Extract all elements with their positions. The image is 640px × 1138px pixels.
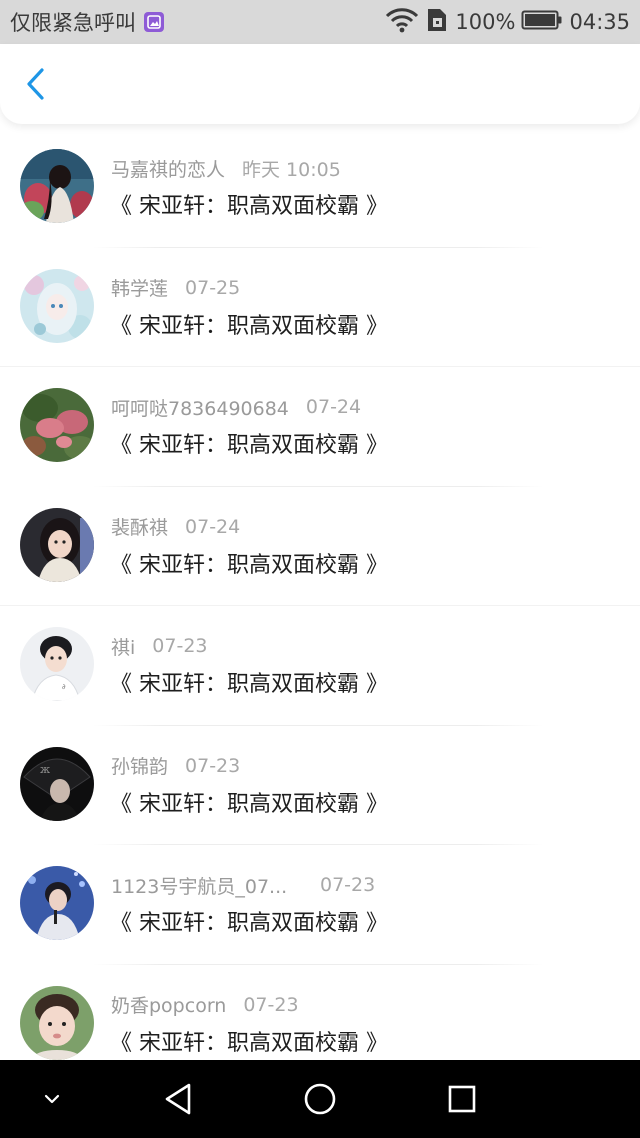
message-text: 《 宋亚轩：职高双面校霸 》 bbox=[110, 433, 388, 458]
wifi-icon bbox=[385, 7, 419, 38]
recents-square-icon bbox=[448, 1085, 476, 1113]
sender-name: 呵呵哒7836490684 bbox=[111, 397, 289, 420]
list-item[interactable]: 1123号宇航员_07... 07-23 《 宋亚轩：职高双面校霸 》 bbox=[0, 845, 640, 965]
avatar[interactable]: ∂ bbox=[20, 627, 94, 701]
message-text: 《 宋亚轩：职高双面校霸 》 bbox=[110, 1030, 388, 1056]
status-right: 100% 04:35 bbox=[385, 0, 630, 44]
list-item[interactable]: 奶香popcorn 07-23 《 宋亚轩：职高双面校霸 》 bbox=[0, 965, 640, 1061]
avatar[interactable] bbox=[20, 866, 94, 940]
sender-name: 马嘉祺的恋人 bbox=[111, 158, 226, 181]
message-meta: 奶香popcorn 07-23 bbox=[111, 991, 299, 1019]
battery-icon bbox=[521, 9, 563, 36]
list-item[interactable]: 裴酥祺 07-24 《 宋亚轩：职高双面校霸 》 bbox=[0, 487, 640, 606]
message-text: 《 宋亚轩：职高双面校霸 》 bbox=[110, 672, 388, 697]
chevron-left-icon bbox=[27, 68, 44, 100]
chevron-down-icon bbox=[44, 1094, 60, 1104]
sim-card-icon bbox=[425, 7, 449, 38]
system-nav-bar bbox=[0, 1060, 640, 1138]
list-item[interactable]: ∂ 祺i 07-23 《 宋亚轩：职高双面校霸 》 bbox=[0, 606, 640, 726]
message-text: 《 宋亚轩：职高双面校霸 》 bbox=[110, 911, 388, 936]
message-time: 07-24 bbox=[305, 396, 362, 418]
message-text: 《 宋亚轩：职高双面校霸 》 bbox=[110, 313, 388, 339]
message-meta: 1123号宇航员_07... 07-23 bbox=[111, 871, 375, 899]
message-text: 《 宋亚轩：职高双面校霸 》 bbox=[110, 791, 388, 817]
home-circle-icon bbox=[304, 1083, 336, 1115]
avatar[interactable]: ж bbox=[20, 746, 94, 821]
sender-name: 奶香popcorn bbox=[111, 995, 227, 1017]
message-meta: 韩学莲 07-25 bbox=[111, 274, 240, 302]
message-time: 07-23 bbox=[320, 874, 376, 896]
carrier-text: 仅限紧急呼叫 bbox=[10, 11, 136, 35]
back-button[interactable] bbox=[14, 62, 58, 106]
clock-text: 04:35 bbox=[569, 10, 630, 34]
message-time: 07-25 bbox=[185, 276, 241, 299]
message-time: 昨天 10:05 bbox=[242, 158, 341, 181]
status-bar: 仅限紧急呼叫 100% 04:35 bbox=[0, 0, 640, 44]
image-notification-icon bbox=[144, 12, 164, 32]
status-left: 仅限紧急呼叫 bbox=[10, 0, 164, 44]
list-item[interactable]: 马嘉祺的恋人 昨天 10:05 《 宋亚轩：职高双面校霸 》 bbox=[0, 128, 640, 248]
svg-text:∂: ∂ bbox=[62, 683, 66, 691]
message-meta: 孙锦韵 07-23 bbox=[111, 752, 240, 780]
top-app-bar bbox=[0, 44, 640, 124]
avatar[interactable] bbox=[20, 388, 94, 462]
list-item[interactable]: ж 孙锦韵 07-23 《 宋亚轩：职高双面校霸 》 bbox=[0, 726, 640, 845]
message-meta: 马嘉祺的恋人 昨天 10:05 bbox=[111, 154, 341, 182]
sender-name: 裴酥祺 bbox=[111, 517, 169, 539]
screen: 仅限紧急呼叫 100% 04:35 马嘉祺的恋人 昨天 10:05 《 宋亚轩：… bbox=[0, 0, 640, 1138]
back-nav-button[interactable] bbox=[138, 1060, 218, 1138]
message-text: 《 宋亚轩：职高双面校霸 》 bbox=[110, 552, 388, 578]
list-item[interactable]: 韩学莲 07-25 《 宋亚轩：职高双面校霸 》 bbox=[0, 248, 640, 367]
message-time: 07-23 bbox=[185, 754, 241, 777]
avatar[interactable] bbox=[20, 985, 94, 1060]
battery-percent: 100% bbox=[455, 10, 516, 34]
recents-nav-button[interactable] bbox=[422, 1060, 502, 1138]
sender-name: 1123号宇航员_07... bbox=[111, 875, 288, 898]
avatar[interactable] bbox=[20, 507, 94, 582]
message-text: 《 宋亚轩：职高双面校霸 》 bbox=[110, 194, 388, 219]
message-meta: 祺i 07-23 bbox=[111, 632, 208, 660]
sender-name: 孙锦韵 bbox=[111, 756, 169, 778]
message-time: 07-23 bbox=[243, 993, 299, 1016]
message-list: 马嘉祺的恋人 昨天 10:05 《 宋亚轩：职高双面校霸 》 韩学莲 07-25… bbox=[0, 128, 640, 1060]
message-time: 07-23 bbox=[152, 635, 208, 657]
avatar[interactable] bbox=[20, 149, 94, 223]
message-meta: 呵呵哒7836490684 07-24 bbox=[111, 393, 361, 421]
message-time: 07-24 bbox=[185, 515, 241, 538]
home-nav-button[interactable] bbox=[280, 1060, 360, 1138]
svg-text:ж: ж bbox=[40, 763, 50, 776]
sender-name: 祺i bbox=[111, 636, 136, 659]
message-meta: 裴酥祺 07-24 bbox=[111, 513, 240, 541]
hide-nav-button[interactable] bbox=[12, 1060, 92, 1138]
list-item[interactable]: 呵呵哒7836490684 07-24 《 宋亚轩：职高双面校霸 》 bbox=[0, 367, 640, 487]
back-triangle-icon bbox=[165, 1083, 191, 1115]
sender-name: 韩学莲 bbox=[111, 278, 169, 300]
avatar[interactable] bbox=[20, 268, 94, 343]
